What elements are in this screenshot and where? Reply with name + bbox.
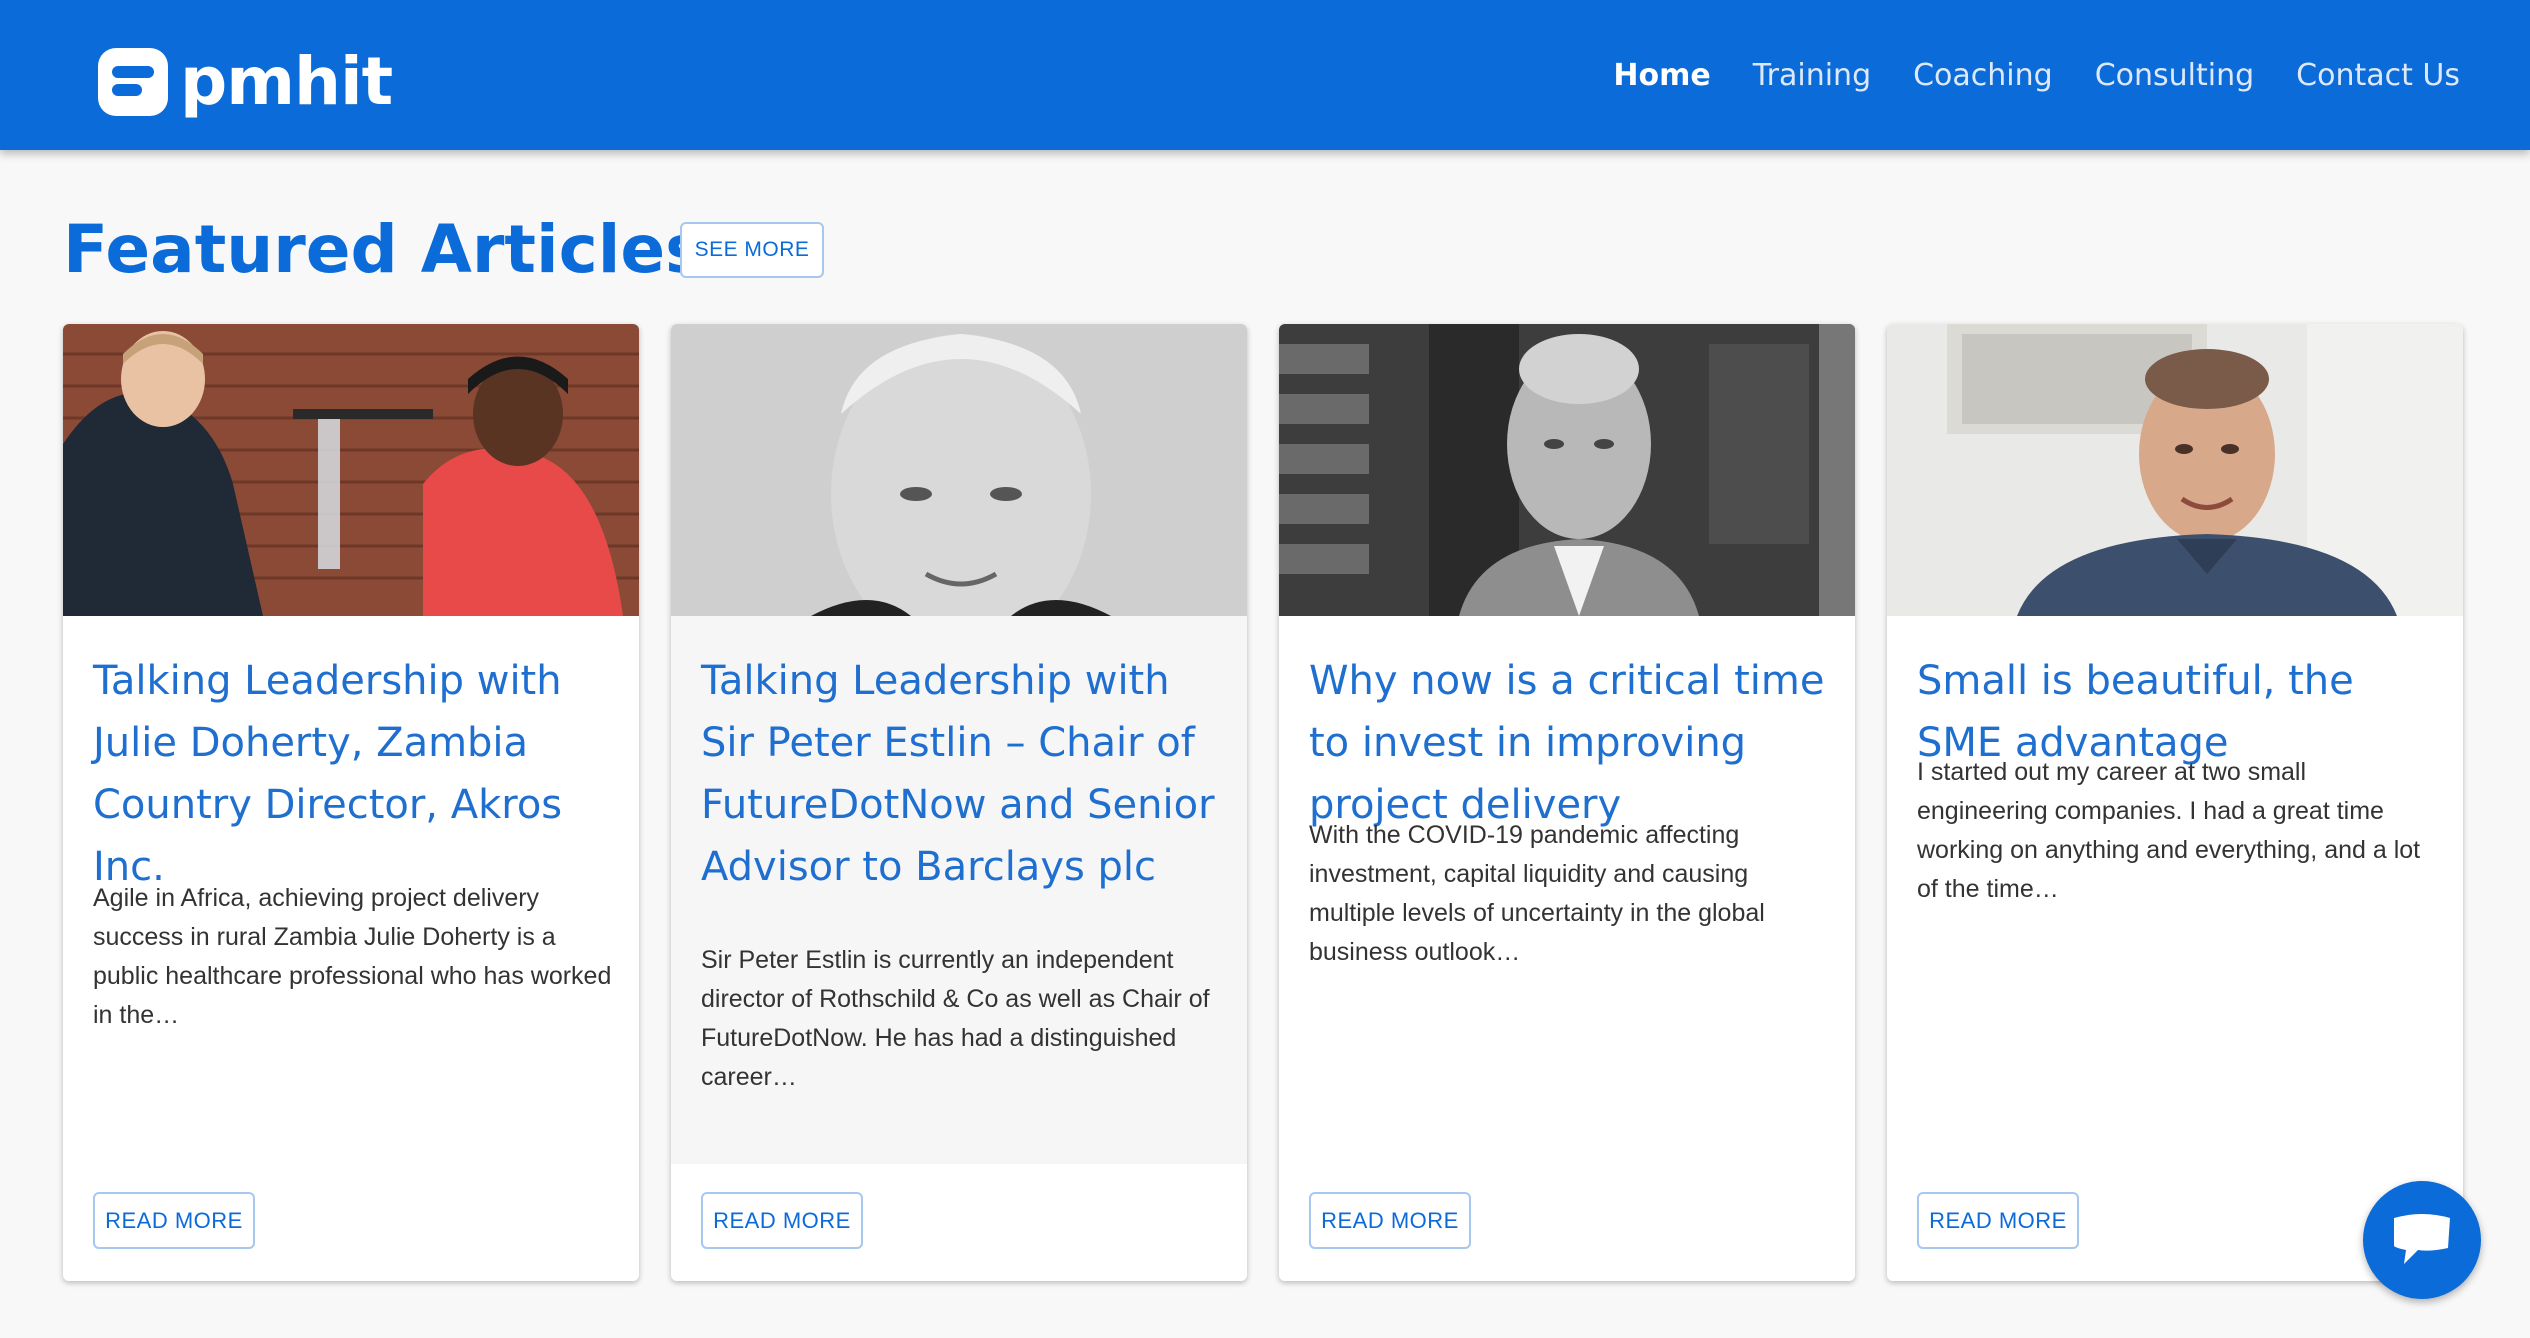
chat-button[interactable] <box>2363 1181 2481 1299</box>
article-image[interactable] <box>1887 324 2463 616</box>
article-title[interactable]: Talking Leadership with Sir Peter Estlin… <box>701 650 1226 898</box>
article-excerpt: With the COVID-19 pandemic affecting inv… <box>1309 821 1765 966</box>
article-excerpt: I started out my career at two small eng… <box>1917 758 2421 903</box>
article-card: Talking Leadership with Julie Doherty, Z… <box>63 324 639 1281</box>
article-image[interactable] <box>671 324 1247 616</box>
read-more-button[interactable]: READ MORE <box>93 1192 255 1249</box>
read-more-button[interactable]: READ MORE <box>1309 1192 1471 1249</box>
card-body: Talking Leadership with Sir Peter Estlin… <box>671 616 1247 1164</box>
nav-item-home[interactable]: Home <box>1613 58 1710 93</box>
see-more-button[interactable]: SEE MORE <box>680 222 824 278</box>
portrait-older-man-black-and-white <box>671 324 1247 616</box>
card-body: Talking Leadership with Julie Doherty, Z… <box>63 616 639 1164</box>
pmhit-logo-icon <box>98 48 168 116</box>
top-navbar: pmhit Home Training Coaching Consulting … <box>0 0 2530 150</box>
article-excerpt: Agile in Africa, achieving project deliv… <box>93 884 612 1029</box>
article-title[interactable]: Why now is a critical time to invest in … <box>1309 650 1834 836</box>
nav-item-training[interactable]: Training <box>1753 58 1871 93</box>
article-card: Talking Leadership with Sir Peter Estlin… <box>671 324 1247 1281</box>
section-title: Featured Articles <box>63 211 705 288</box>
main-nav: Home Training Coaching Consulting Contac… <box>1571 50 2460 100</box>
portrait-bald-man-in-office-black-and-white <box>1279 324 1855 616</box>
article-card: Small is beautiful, the SME advantage I … <box>1887 324 2463 1281</box>
nav-item-contact-us[interactable]: Contact Us <box>2296 58 2460 93</box>
article-excerpt: Sir Peter Estlin is currently an indepen… <box>701 946 1210 1091</box>
brand-name: pmhit <box>180 43 393 120</box>
chat-bubble-icon <box>2394 1214 2450 1264</box>
read-more-button[interactable]: READ MORE <box>1917 1192 2079 1249</box>
nav-item-coaching[interactable]: Coaching <box>1913 58 2053 93</box>
portrait-smiling-man-in-blue-sweater <box>1887 324 2463 616</box>
card-body: Small is beautiful, the SME advantage I … <box>1887 616 2463 1164</box>
card-body: Why now is a critical time to invest in … <box>1279 616 1855 1164</box>
article-title[interactable]: Talking Leadership with Julie Doherty, Z… <box>93 650 618 898</box>
photo-two-women-with-water-filter <box>63 324 639 616</box>
nav-item-consulting[interactable]: Consulting <box>2095 58 2254 93</box>
article-card: Why now is a critical time to invest in … <box>1279 324 1855 1281</box>
read-more-button[interactable]: READ MORE <box>701 1192 863 1249</box>
article-image[interactable] <box>63 324 639 616</box>
brand-logo[interactable]: pmhit <box>98 43 393 120</box>
article-image[interactable] <box>1279 324 1855 616</box>
